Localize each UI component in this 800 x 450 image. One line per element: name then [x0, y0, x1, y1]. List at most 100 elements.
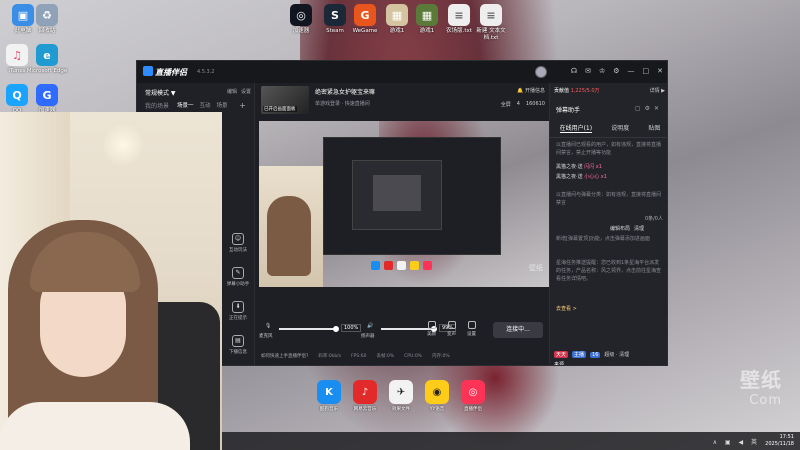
dock-item-netease-music[interactable]: ♪ 网易云音乐: [352, 380, 378, 412]
penguin-icon: Q: [6, 84, 28, 106]
settings-button[interactable]: 设置: [467, 321, 476, 337]
pen-icon: ✎: [232, 267, 244, 279]
room-cover-thumbnail[interactable]: 已开启画面面板: [261, 86, 309, 114]
danmaku-tabs: 在线用户(1) 说明度 贴图: [550, 123, 667, 138]
preview-dock-icon: [384, 261, 393, 270]
voice-change-button[interactable]: 变声: [447, 321, 456, 337]
tool-danmaku-helper[interactable]: ✎ 弹幕小助手: [227, 267, 249, 287]
maximize-icon[interactable]: □: [643, 67, 650, 75]
wallpaper-watermark: 壁纸 Com: [740, 368, 782, 408]
preview-dock-icon: [371, 261, 380, 270]
system-tray[interactable]: ∧ ▣ ◀ 英: [713, 437, 760, 446]
gear-icon[interactable]: ⚙: [645, 105, 654, 112]
beauty-icon: [427, 321, 436, 329]
kugou-icon: K: [317, 380, 341, 404]
anchor-tag: 主播: [572, 351, 587, 358]
recycle-bin-icon: ♻: [36, 4, 58, 26]
effects-icon: ✈: [389, 380, 413, 404]
add-scene-icon[interactable]: +: [239, 101, 246, 110]
close-icon[interactable]: ✕: [657, 67, 663, 75]
text-file-icon: ≡: [448, 4, 470, 26]
scene-tabs: 场景一 互动 场景: [177, 101, 228, 109]
preview-nested-app: [323, 137, 501, 255]
music-note-icon: ♫: [6, 44, 28, 66]
view-task-link[interactable]: 去查看 >: [556, 305, 664, 313]
copy-icon[interactable]: ▢: [635, 105, 645, 112]
mic-slider-knob[interactable]: [333, 326, 339, 332]
tab-stickers[interactable]: 贴图: [648, 123, 660, 133]
tab-scene[interactable]: 场景: [217, 101, 228, 109]
smile-icon: ☺: [232, 233, 244, 245]
headset-icon[interactable]: ☊: [571, 67, 577, 75]
live-companion-icon: ◎: [461, 380, 485, 404]
tool-interactive[interactable]: ☺ 互动玩法: [229, 233, 247, 253]
tab-explanation[interactable]: 说明度: [611, 123, 629, 133]
shirt-icon[interactable]: ♔: [599, 67, 605, 75]
viewer-tags: 天天 主播 16 超级 · 清理: [554, 351, 666, 358]
desktop-icon-accelerator[interactable]: G 加速器: [26, 84, 68, 115]
tool-end-info[interactable]: ▤ 下播信息: [229, 335, 247, 355]
contribution-detail-link[interactable]: 详情 ▶: [650, 87, 665, 94]
level-tag: 16: [590, 351, 601, 358]
app-titlebar: 直播伴侣 4.5.3.2 ☊ ✉ ♔ ⚙ — □ ✕: [137, 61, 667, 83]
tab-interactive[interactable]: 互动: [200, 101, 211, 109]
desktop-icon-recycle-bin[interactable]: ♻ 回收站: [26, 4, 68, 35]
user-avatar[interactable]: [535, 66, 547, 78]
edge-browser-icon: e: [36, 44, 58, 66]
close-icon[interactable]: ✕: [654, 105, 663, 112]
dock-item-effects[interactable]: ✈ 效果文件: [388, 380, 414, 412]
game-icon: ▦: [386, 4, 408, 26]
preview-dock-icon: [423, 261, 432, 270]
stream-preview[interactable]: 壁纸: [259, 121, 549, 287]
tag-tail[interactable]: 超级 · 清理: [604, 351, 629, 358]
mic-label: 麦克风: [259, 334, 273, 339]
speaker-icon[interactable]: 🔊: [367, 323, 373, 329]
dock-item-kugou[interactable]: K 酷狗音乐: [316, 380, 342, 412]
minimize-icon[interactable]: —: [628, 67, 635, 75]
mode-dropdown[interactable]: 常规模式 ▼: [145, 88, 176, 97]
edit-layout-button[interactable]: 编辑布局: [610, 225, 630, 232]
webcam-overlay: [0, 112, 222, 450]
tab-online-users[interactable]: 在线用户(1): [559, 123, 593, 133]
taskbar-clock[interactable]: 17:51 2025/11/18: [765, 434, 794, 447]
speaker-label: 扬声器: [361, 334, 375, 339]
quick-start-link[interactable]: 如何快速上手直播伴侣?: [261, 353, 308, 359]
clear-button[interactable]: 清理: [634, 225, 644, 232]
scene-edit-link[interactable]: 编辑: [227, 88, 237, 95]
stream-info-link[interactable]: 🔔 开播信息: [517, 87, 545, 94]
status-cpu: CPU:0%: [404, 353, 422, 359]
status-dropped: 丢帧:0%: [376, 354, 395, 359]
fullscreen-button[interactable]: 全屏: [501, 101, 511, 108]
desktop-icon-new-text-file[interactable]: ≡ 新建 文本文档.txt: [470, 4, 512, 41]
taskbar: ∧ ▣ ◀ 英 17:51 2025/11/18: [222, 432, 800, 450]
app-logo: 直播伴侣: [143, 66, 187, 78]
dock-item-yy[interactable]: ◉ YY语音: [424, 380, 450, 412]
stage-header: 已开启画面面板 绝密紧急女护躯宝来嘛 单游戏登录 · 快速直播间 🔔 开播信息 …: [257, 83, 549, 119]
system-message: 以直播间与弹幕分类：如有违规，直接将直播间禁言: [556, 192, 662, 206]
mic-volume-slider[interactable]: [279, 326, 339, 332]
mic-volume-value: 100%: [341, 324, 362, 332]
mic-icon[interactable]: 🎙: [265, 323, 271, 329]
task-notice: 星海任务推送提醒：您已收到1条星海平台派发的任务，产品名称：风之领界，点击前往星…: [556, 260, 662, 282]
room-title[interactable]: 绝密紧急女护躯宝来嘛: [315, 87, 375, 96]
gift-message: 黑猫之夜·送 闪闪 x1: [556, 164, 602, 170]
gift-message: 黑猫之夜·送 小心心 x1: [556, 174, 607, 180]
status-bitrate: 码率:0kb/s: [318, 354, 342, 359]
webcam-person-shirt: [0, 402, 190, 450]
gear-icon: [467, 321, 476, 329]
beauty-button[interactable]: 美颜: [427, 321, 436, 337]
system-message: 以直播间已观看的用户，如有违规，直接将直播间禁言，禁止开播等功能: [556, 142, 662, 156]
scene-settings-link[interactable]: 设置: [241, 88, 251, 95]
panel-tool-icons: ▢⚙✕: [635, 105, 663, 112]
preview-dock-icon: [410, 261, 419, 270]
dock-item-live-companion[interactable]: ◎ 直播伴侣: [460, 380, 486, 412]
gear-icon[interactable]: ⚙: [613, 67, 619, 75]
status-fps: FPS:60: [351, 353, 367, 359]
tab-scene-1[interactable]: 场景一: [177, 101, 194, 109]
tool-download[interactable]: ⬇ 正在提示: [229, 301, 247, 321]
message-count: 0条/0人: [644, 216, 663, 222]
message-icon[interactable]: ✉: [585, 67, 591, 75]
netease-music-icon: ♪: [353, 380, 377, 404]
connect-button[interactable]: 连接中...: [493, 322, 543, 338]
desktop-icon-edge[interactable]: e Microsoft Edge: [26, 44, 68, 75]
